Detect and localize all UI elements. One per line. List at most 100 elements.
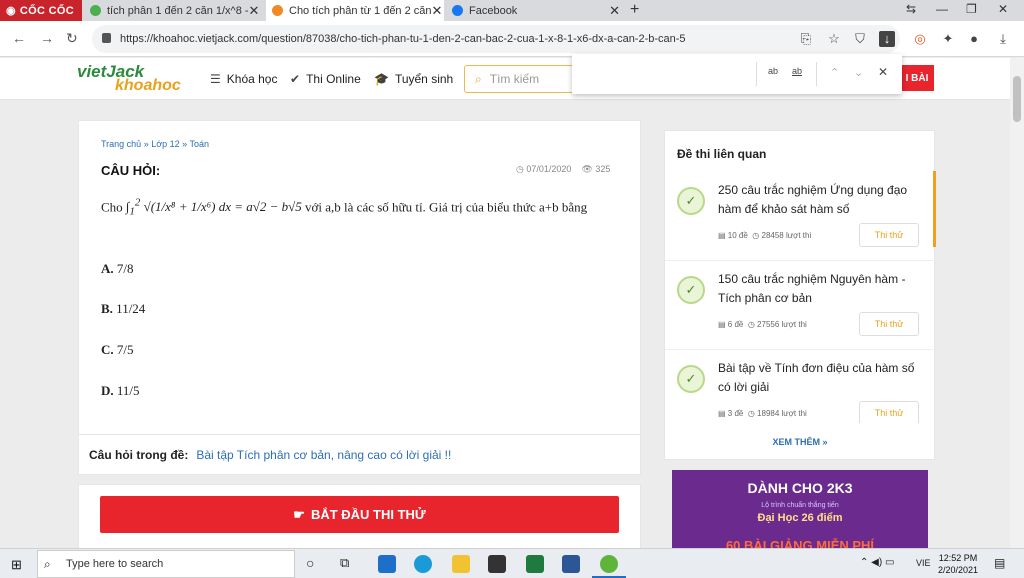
question-source: Câu hỏi trong đề: Bài tập Tích phân cơ b… — [79, 434, 640, 475]
try-test-button[interactable]: Thi thử — [859, 312, 919, 336]
store-icon[interactable] — [488, 555, 506, 573]
answer-d[interactable]: D. 11/5 — [101, 383, 140, 399]
lock-icon[interactable] — [102, 33, 111, 43]
taskbar-search-input[interactable]: Type here to search — [37, 550, 295, 578]
question-meta: ◷ 07/01/2020 👁 325 — [516, 164, 610, 175]
integral-formula: ∫12 √(1/x⁸ + 1/x⁶) dx = a√2 − b√5 — [125, 197, 302, 218]
edge-icon[interactable] — [414, 555, 432, 573]
try-test-button[interactable]: Thi thử — [859, 401, 919, 423]
language-indicator[interactable]: VIE — [916, 558, 931, 568]
page-find-icon[interactable]: ⎘ — [798, 31, 814, 47]
clock-icon: ◷ — [747, 320, 755, 329]
new-tab-button[interactable]: + — [630, 1, 639, 19]
clock-icon: ◷ — [516, 164, 524, 174]
back-icon[interactable]: ← — [12, 30, 26, 46]
find-in-page-bar: ab ab ⌃ ⌄ ✕ — [572, 54, 902, 94]
nav-online-test[interactable]: ✔ Thi Online — [290, 72, 361, 86]
source-link[interactable]: Bài tập Tích phân cơ bản, nâng cao có lờ… — [196, 448, 451, 462]
site-logo-bottom[interactable]: khoahoc — [115, 77, 181, 95]
bookmark-star-icon[interactable]: ☆ — [826, 31, 842, 47]
start-card: ☛ BẮT ĐẦU THI THỬ — [78, 484, 641, 554]
header-action-button[interactable]: I BÀI — [900, 65, 934, 91]
download-icon[interactable]: ⤓ — [995, 31, 1011, 47]
whole-word-toggle[interactable]: ab — [792, 66, 802, 76]
match-case-toggle[interactable]: ab — [768, 66, 778, 76]
question-heading: CÂU HỎI: — [101, 163, 161, 178]
banner-offer: 60 BÀI GIẢNG MIỄN PHÍ — [725, 538, 875, 548]
tab-strip: ◉ CỐC CỐC tích phân 1 đến 2 căn 1/x^8 - ✕ … — [0, 0, 1024, 21]
next-match-icon[interactable]: ⌄ — [854, 66, 863, 79]
site-search-input[interactable]: ⌕ Tìm kiếm — [464, 65, 574, 93]
cortana-icon[interactable]: ○ — [306, 555, 314, 571]
clock-icon: ◷ — [747, 409, 755, 418]
system-tray-icons[interactable]: ⌃ ◀) ▭ — [860, 557, 894, 568]
list-item[interactable]: ✓ 150 câu trắc nghiệm Nguyên hàm - Tích … — [665, 262, 933, 350]
close-find-icon[interactable]: ✕ — [878, 65, 888, 79]
search-icon: ⌕ — [475, 71, 482, 86]
related-list: ✓ 250 câu trắc nghiệm Ứng dụng đạo hàm đ… — [665, 173, 933, 423]
banner-subline: Lộ trình chuẩn thắng tiến — [761, 502, 839, 509]
window-close-icon[interactable]: ✕ — [998, 2, 1008, 16]
coccoc-extension-icon[interactable]: ◎ — [912, 31, 928, 47]
check-badge-icon: ✓ — [677, 365, 705, 393]
answer-b[interactable]: B. 11/24 — [101, 301, 145, 317]
eye-icon: 👁 — [581, 164, 593, 174]
tab-facebook[interactable]: Facebook ✕ — [446, 0, 626, 21]
breadcrumb-grade[interactable]: Lớp 12 — [151, 139, 179, 149]
page-scrollbar[interactable] — [1010, 58, 1024, 548]
profile-avatar-icon[interactable]: ● — [966, 31, 982, 47]
url-field[interactable]: https://khoahoc.vietjack.com/question/87… — [92, 25, 900, 53]
close-icon[interactable]: ✕ — [249, 3, 260, 19]
previous-match-icon[interactable]: ⌃ — [830, 66, 839, 79]
answer-c[interactable]: C. 7/5 — [101, 342, 134, 358]
banner-headline: DÀNH CHO 2K3 — [747, 480, 853, 496]
maximize-icon[interactable]: ❐ — [966, 2, 977, 16]
start-test-button[interactable]: ☛ BẮT ĐẦU THI THỬ — [100, 496, 619, 533]
list-item[interactable]: ✓ 250 câu trắc nghiệm Ứng dụng đạo hàm đ… — [665, 173, 933, 261]
tab-active-question[interactable]: Cho tích phân từ 1 đến 2 căn ✕ — [266, 0, 444, 21]
word-icon[interactable] — [562, 555, 580, 573]
document-icon: ▤ — [718, 320, 726, 329]
see-more-link[interactable]: XEM THÊM » — [665, 437, 935, 447]
tab-search[interactable]: tích phân 1 đến 2 căn 1/x^8 - ✕ — [84, 0, 264, 21]
windows-taskbar: ⊞ Type here to search ⌕ ○ ⧉ ⌃ ◀) ▭ VIE 1… — [0, 548, 1024, 578]
file-explorer-icon[interactable] — [452, 555, 470, 573]
question-text: Cho ∫12 √(1/x⁸ + 1/x⁶) dx = a√2 − b√5 vớ… — [101, 197, 588, 218]
minimize-icon[interactable]: — — [936, 2, 948, 16]
promo-banner[interactable]: DÀNH CHO 2K3 Lộ trình chuẩn thắng tiến Đ… — [672, 470, 928, 548]
search-icon: ⌕ — [44, 557, 51, 571]
mail-icon[interactable] — [378, 555, 396, 573]
download-box-icon[interactable]: ↓ — [879, 31, 895, 47]
browser-brand-button[interactable]: ◉ CỐC CỐC — [0, 0, 82, 21]
nav-admissions[interactable]: 🎓 Tuyển sinh — [374, 72, 453, 86]
source-label: Câu hỏi trong đề: — [89, 448, 189, 462]
close-icon[interactable]: ✕ — [609, 3, 620, 19]
question-views: 325 — [595, 164, 611, 174]
notification-icon[interactable]: ▤ — [994, 556, 1005, 570]
list-item[interactable]: ✓ Bài tập về Tính đơn điệu của hàm số có… — [665, 351, 933, 423]
forward-icon[interactable]: → — [40, 30, 54, 46]
graduation-cap-icon: 🎓 — [374, 72, 389, 86]
reload-icon[interactable]: ↻ — [66, 30, 78, 47]
task-view-icon[interactable]: ⧉ — [340, 555, 349, 571]
excel-icon[interactable] — [526, 555, 544, 573]
tab-search-icon[interactable]: ⇆ — [906, 2, 916, 16]
coccoc-logo-icon: ◉ — [6, 5, 16, 17]
check-badge-icon: ✓ — [677, 276, 705, 304]
nav-courses[interactable]: ☰ Khóa học — [210, 72, 277, 86]
find-input[interactable] — [582, 62, 752, 86]
banner-goal: Đại Học 26 điểm — [757, 512, 843, 524]
hand-pointer-icon: ☛ — [293, 506, 305, 522]
answer-a[interactable]: A. 7/8 — [101, 261, 134, 277]
close-icon[interactable]: ✕ — [432, 3, 443, 19]
extensions-icon[interactable]: ✦ — [940, 31, 956, 47]
question-card: Trang chủ » Lớp 12 » Toán CÂU HỎI: ◷ 07/… — [78, 120, 641, 475]
scrollbar-thumb[interactable] — [1013, 76, 1021, 122]
windows-start-icon[interactable]: ⊞ — [11, 557, 22, 573]
breadcrumb-home[interactable]: Trang chủ — [101, 139, 141, 149]
try-test-button[interactable]: Thi thử — [859, 223, 919, 247]
shield-icon[interactable]: ⛉ — [852, 31, 868, 47]
breadcrumb-subject[interactable]: Toán — [190, 139, 210, 149]
coccoc-taskbar-icon[interactable] — [600, 555, 618, 573]
taskbar-clock[interactable]: 12:52 PM 2/20/2021 — [938, 552, 978, 576]
